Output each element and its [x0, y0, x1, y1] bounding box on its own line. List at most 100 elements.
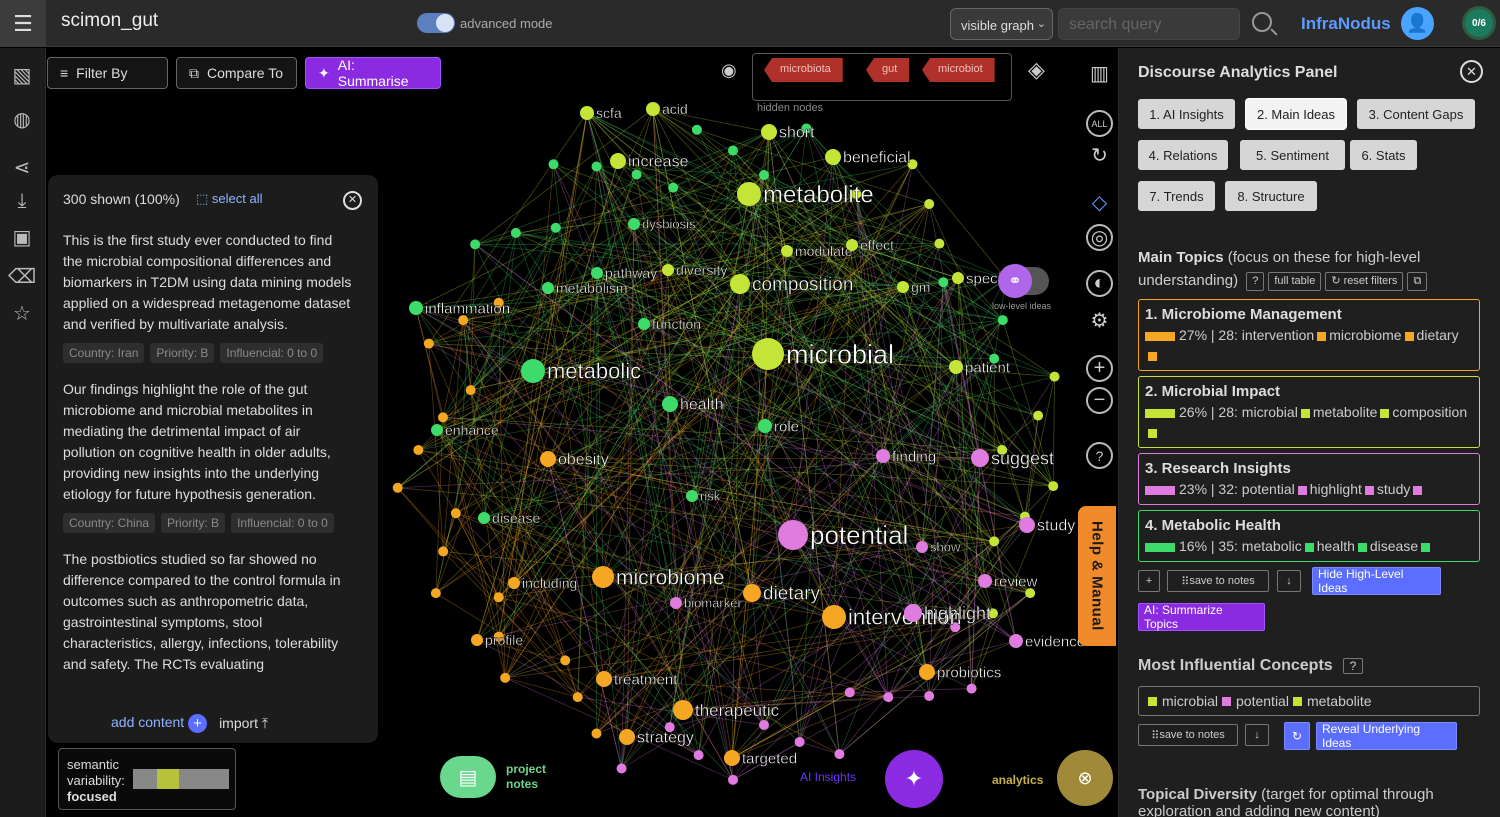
help-button[interactable]: ? [1342, 658, 1364, 674]
graph-node-effect[interactable] [846, 239, 858, 251]
topic-term[interactable]: metabolite [1313, 404, 1378, 420]
graph-node[interactable] [938, 277, 949, 288]
reveal-ideas-button[interactable]: Reveal Underlying Ideas [1316, 722, 1457, 750]
concept-term[interactable]: microbial [1162, 693, 1218, 709]
refresh-button[interactable]: ↻ [1284, 722, 1310, 750]
graph-node-beneficial[interactable] [825, 149, 841, 165]
graph-node-disease[interactable] [478, 512, 490, 524]
filter-by-button[interactable]: ≡ Filter By [47, 57, 168, 89]
select-all-link[interactable]: ⬚ select all [196, 191, 262, 207]
graph-node[interactable] [423, 338, 434, 349]
graph-node[interactable] [997, 315, 1008, 326]
graph-node[interactable] [668, 182, 679, 193]
topic-item[interactable]: 3. Research Insights 23% | 32: potential h… [1138, 453, 1480, 505]
graph-node-function[interactable] [638, 318, 650, 330]
graph-node-highlight[interactable] [904, 604, 922, 622]
download-button[interactable]: ↓ [1277, 570, 1301, 592]
concept-term[interactable]: potential [1236, 693, 1289, 709]
help-manual-tab[interactable]: Help & Manual [1078, 506, 1116, 646]
graph-node[interactable] [591, 728, 602, 739]
topic-term[interactable]: highlight [1310, 481, 1362, 497]
graph-node[interactable] [631, 169, 642, 180]
graph-node[interactable] [1049, 371, 1060, 382]
ai-summarize-topics-button[interactable]: AI: Summarize Topics [1138, 603, 1265, 631]
hidden-node-tag[interactable]: gut [866, 58, 910, 82]
graph-node[interactable] [844, 687, 855, 698]
graph-node-intervention[interactable] [822, 605, 846, 629]
statement-tag[interactable]: Influencial: 0 to 0 [220, 343, 324, 363]
graph-node[interactable] [966, 683, 977, 694]
statement-tag[interactable]: Country: Iran [63, 343, 145, 363]
graph-node[interactable] [560, 655, 571, 666]
graph-node-including[interactable] [508, 577, 520, 589]
topic-term[interactable]: dietary [1417, 327, 1459, 343]
graph-node-enhance[interactable] [431, 424, 443, 436]
graph-node-profile[interactable] [471, 634, 483, 646]
statement-text[interactable]: Our findings highlight the role of the g… [63, 379, 353, 505]
graph-node[interactable] [616, 763, 627, 774]
graph-node-gm[interactable] [897, 281, 909, 293]
topic-term[interactable]: composition [1392, 404, 1467, 420]
topic-term[interactable]: disease [1370, 538, 1418, 554]
add-topic-button[interactable]: + [1138, 570, 1160, 592]
download-button[interactable]: ↓ [1245, 724, 1269, 746]
topic-item[interactable]: 4. Metabolic Health 16% | 35: metabolic he… [1138, 510, 1480, 562]
analytics-close-button[interactable]: ⊗ [1057, 750, 1113, 806]
graph-node[interactable] [493, 592, 504, 603]
graph-node-evidence[interactable] [1009, 634, 1023, 648]
help-button[interactable]: ? [1246, 271, 1265, 291]
graph-node[interactable] [437, 412, 448, 423]
graph-node[interactable] [794, 736, 805, 747]
graph-node-acid[interactable] [646, 102, 660, 116]
graph-node-health[interactable] [662, 396, 678, 412]
import-button[interactable]: import ⤒ [219, 715, 268, 732]
graph-node[interactable] [728, 145, 738, 156]
graph-node[interactable] [465, 385, 476, 396]
graph-node-study[interactable] [1019, 517, 1035, 533]
close-icon[interactable]: ✕ [343, 191, 362, 210]
graph-node[interactable] [989, 536, 1000, 547]
graph-node[interactable] [500, 672, 511, 683]
concept-term[interactable]: metabolite [1307, 693, 1372, 709]
low-level-toggle[interactable]: ⚭ [998, 264, 1049, 298]
graph-node-patient[interactable] [949, 360, 963, 374]
tab-main-ideas[interactable]: 2. Main Ideas [1246, 99, 1346, 129]
layers-icon[interactable]: ◈ [1028, 57, 1045, 83]
hide-high-level-button[interactable]: Hide High-Level Ideas [1312, 567, 1441, 595]
chart-icon[interactable]: ▥ [1086, 60, 1113, 87]
tab-content-gaps[interactable]: 3. Content Gaps [1357, 99, 1475, 129]
statement-tag[interactable]: Priority: B [150, 343, 215, 363]
statement-text[interactable]: The postbiotics studied so far showed no… [63, 549, 353, 675]
topic-term[interactable]: study [1377, 481, 1410, 497]
topic-term[interactable]: microbiome [1329, 327, 1401, 343]
topic-term[interactable]: potential [1242, 481, 1295, 497]
ai-insights-button[interactable]: ✦ [885, 750, 943, 808]
graph-node-dietary[interactable] [743, 584, 761, 602]
statement-tag[interactable]: Priority: B [161, 513, 226, 533]
graph-node-microbial[interactable] [752, 338, 784, 370]
graph-node[interactable] [924, 199, 935, 210]
save-to-notes-button[interactable]: ⠿ save to notes [1167, 570, 1269, 592]
tab-sentiment[interactable]: 5. Sentiment [1240, 140, 1345, 170]
graph-node-diversity[interactable] [662, 264, 674, 276]
copy-icon[interactable]: ⧉ [1407, 271, 1428, 291]
ai-summarise-button[interactable]: ✦ AI: Summarise [305, 57, 441, 89]
tab-stats[interactable]: 6. Stats [1350, 140, 1417, 170]
hidden-node-tag[interactable]: microbiot [922, 58, 995, 82]
graph-node[interactable] [691, 124, 702, 135]
compare-to-button[interactable]: ⧉ Compare To [176, 57, 297, 89]
diamond-icon[interactable]: ◇ [1086, 189, 1113, 216]
help-icon[interactable]: ? [1086, 442, 1113, 469]
tab-relations[interactable]: 4. Relations [1138, 140, 1228, 170]
zoom-out-icon[interactable]: − [1086, 387, 1113, 414]
graph-node-scfa[interactable] [580, 106, 594, 120]
statement-tag[interactable]: Influencial: 0 to 0 [231, 513, 334, 533]
graph-node-biomarker[interactable] [670, 597, 682, 609]
graph-node[interactable] [438, 546, 449, 557]
topic-term[interactable]: health [1317, 538, 1355, 554]
graph-node-speci[interactable] [952, 272, 964, 284]
tab-trends[interactable]: 7. Trends [1138, 181, 1215, 211]
graph-node-role[interactable] [758, 419, 772, 433]
graph-node-inflammation[interactable] [409, 301, 423, 315]
graph-node-potential[interactable] [778, 520, 808, 550]
